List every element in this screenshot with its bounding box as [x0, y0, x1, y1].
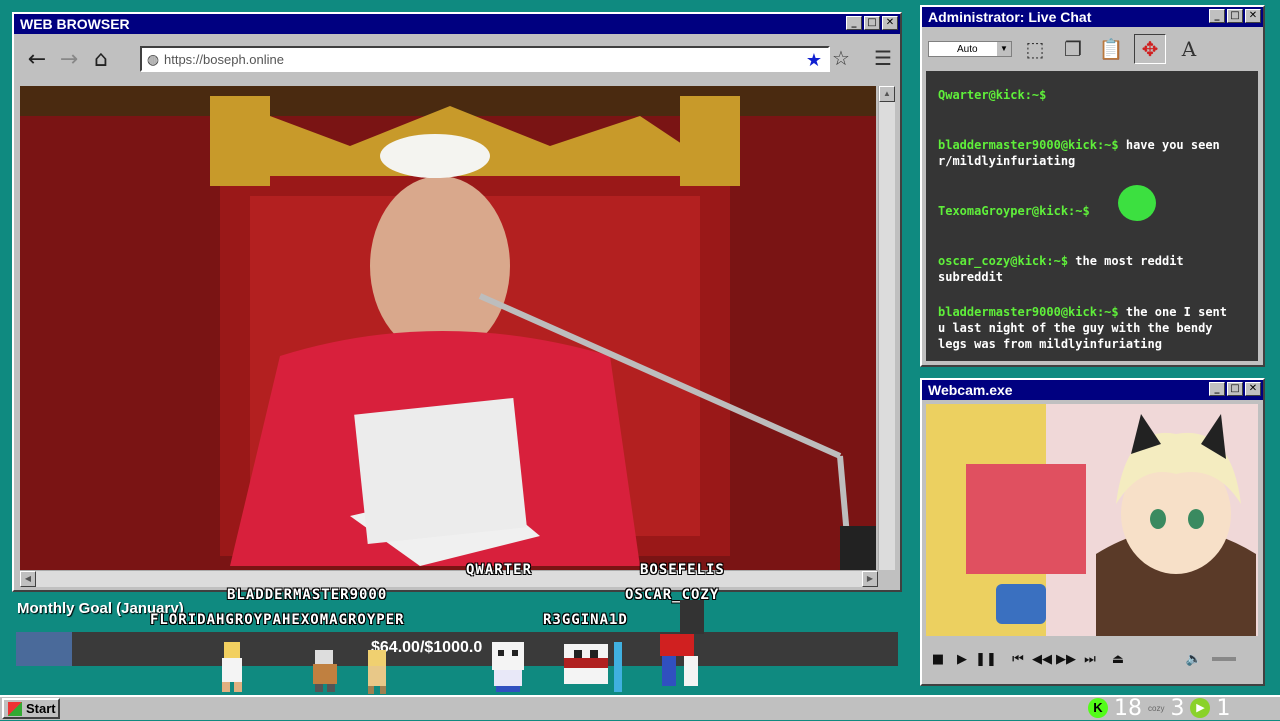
font-icon[interactable]: A [1174, 35, 1204, 63]
volume-slider[interactable] [1212, 657, 1236, 661]
address-bar[interactable]: ◍ https://boseph.online ★ [140, 46, 830, 72]
move-icon[interactable]: ✥ [1134, 34, 1166, 64]
kick-viewer-count: 18 [1114, 695, 1142, 721]
browser-window: WEB BROWSER _ □ ✕ ← → ⌂ ◍ https://boseph… [12, 12, 902, 592]
vtuber-avatar-image [926, 404, 1258, 636]
fast-forward-icon[interactable]: ▶▶ [1054, 652, 1078, 667]
start-label: Start [26, 701, 56, 716]
mode-select-value: Auto [957, 44, 978, 55]
home-icon[interactable]: ⌂ [88, 47, 114, 73]
close-button[interactable]: ✕ [882, 16, 898, 30]
forward-arrow-icon[interactable]: → [56, 47, 82, 73]
viewer-name: R3GGINA1D [543, 612, 628, 628]
globe-icon: ◍ [146, 50, 160, 67]
minimize-button[interactable]: _ [1209, 382, 1225, 396]
vertical-scrollbar[interactable]: ▲ [878, 86, 895, 570]
skip-forward-icon[interactable]: ⏭ [1078, 652, 1102, 667]
goal-progress-bar: $64.00/$1000.0 [16, 632, 898, 666]
webcam-window: Webcam.exe _ □ ✕ ■ ▶ ❚❚ ⏮ ◀◀ ▶▶ ⏭ ⏏ � [920, 378, 1265, 686]
viewer-name: BLADDERMASTER9000 [227, 587, 388, 603]
chat-message: TexomaGroyper@kick:~$ [938, 185, 1238, 221]
chat-username: TexomaGroyper@kick:~$ [938, 204, 1090, 218]
maximize-button[interactable]: □ [864, 16, 880, 30]
webcam-feed [926, 404, 1258, 636]
scroll-right-icon[interactable]: ▶ [862, 571, 878, 587]
minimize-button[interactable]: _ [846, 16, 862, 30]
play-logo-icon: ▶ [1190, 698, 1211, 718]
viewer-sprite [222, 642, 242, 692]
mode-select[interactable]: Auto ▼ [928, 41, 1012, 57]
media-controls: ■ ▶ ❚❚ ⏮ ◀◀ ▶▶ ⏭ ⏏ 🔈 [926, 642, 1258, 676]
bookmark-star-icon[interactable]: ☆ [832, 46, 850, 71]
browser-titlebar[interactable]: WEB BROWSER _ □ ✕ [14, 14, 900, 34]
chat-username: Qwarter@kick:~$ [938, 88, 1047, 102]
windows-logo-icon [8, 701, 22, 716]
browser-toolbar: ← → ⌂ ◍ https://boseph.online ★ ☆ ☰ [18, 38, 896, 82]
paste-icon[interactable]: 📋 [1096, 35, 1126, 63]
viewer-name: BOSEFELIS [640, 562, 725, 578]
viewer-sprite [564, 642, 622, 692]
start-button[interactable]: Start [2, 698, 60, 719]
play-viewer-count: 1 [1216, 695, 1231, 721]
volume-icon[interactable]: 🔈 [1182, 652, 1206, 667]
skip-back-icon[interactable]: ⏮ [1006, 652, 1030, 667]
play-icon[interactable]: ▶ [950, 652, 974, 667]
viewer-sprite [660, 600, 704, 686]
scroll-left-icon[interactable]: ◀ [20, 571, 36, 587]
back-arrow-icon[interactable]: ← [24, 47, 50, 73]
taskbar: Start K 18 cozy 3 ▶ 1 [0, 695, 1280, 721]
minimize-button[interactable]: _ [1209, 9, 1225, 23]
scroll-up-icon[interactable]: ▲ [879, 86, 895, 102]
system-tray: K 18 cozy 3 ▶ 1 [1088, 695, 1236, 721]
bookmark-star-filled-icon[interactable]: ★ [806, 50, 822, 71]
maximize-button[interactable]: □ [1227, 9, 1243, 23]
viewer-sprite [313, 650, 337, 692]
chat-toolbar: Auto ▼ ⬚ ❐ 📋 ✥ A [926, 31, 1259, 67]
chat-username: bladdermaster9000@kick:~$ [938, 305, 1119, 319]
kick-logo-icon: K [1088, 698, 1108, 718]
viewer-name: QWARTER [466, 562, 533, 578]
pause-icon[interactable]: ❚❚ [974, 652, 998, 667]
chat-window: Administrator: Live Chat _ □ ✕ Auto ▼ ⬚ … [920, 5, 1265, 367]
close-button[interactable]: ✕ [1245, 382, 1261, 396]
chat-message: Qwarter@kick:~$ [938, 87, 1238, 103]
maximize-button[interactable]: □ [1227, 382, 1243, 396]
goal-progress-fill [16, 632, 73, 666]
cozy-viewer-count: 3 [1170, 695, 1185, 721]
chat-messages: Qwarter@kick:~$ bladdermaster9000@kick:~… [926, 71, 1258, 361]
copy-icon[interactable]: ❐ [1058, 35, 1088, 63]
viewer-name: FLORIDAHGROYPAHEXOMAGROYPER [150, 612, 405, 628]
emote-icon [1118, 185, 1156, 221]
cozy-logo-icon: cozy [1148, 703, 1165, 713]
url-text: https://boseph.online [164, 51, 284, 67]
chevron-down-icon[interactable]: ▼ [997, 42, 1011, 56]
browser-content-video[interactable] [20, 86, 876, 570]
stop-icon[interactable]: ■ [926, 652, 950, 667]
horizontal-scrollbar[interactable]: ◀ ▶ [20, 570, 878, 587]
video-frame-image [20, 86, 876, 570]
chat-message: oscar_cozy@kick:~$ the most reddit subre… [938, 253, 1238, 285]
chat-message: bladdermaster9000@kick:~$ the one I sent… [938, 304, 1238, 352]
chat-username: bladdermaster9000@kick:~$ [938, 138, 1119, 152]
rewind-icon[interactable]: ◀◀ [1030, 652, 1054, 667]
browser-title: WEB BROWSER [20, 16, 130, 32]
chat-message: bladdermaster9000@kick:~$ have you seen … [938, 137, 1238, 169]
chat-titlebar[interactable]: Administrator: Live Chat _ □ ✕ [922, 7, 1263, 27]
webcam-titlebar[interactable]: Webcam.exe _ □ ✕ [922, 380, 1263, 400]
chat-title: Administrator: Live Chat [928, 9, 1092, 25]
close-button[interactable]: ✕ [1245, 9, 1261, 23]
viewer-sprite [492, 642, 524, 692]
viewer-sprite [368, 650, 386, 694]
webcam-title: Webcam.exe [928, 382, 1013, 398]
chat-username: oscar_cozy@kick:~$ [938, 254, 1069, 268]
hamburger-menu-icon[interactable]: ☰ [874, 46, 892, 71]
select-region-icon[interactable]: ⬚ [1020, 35, 1050, 63]
eject-icon[interactable]: ⏏ [1106, 652, 1130, 667]
